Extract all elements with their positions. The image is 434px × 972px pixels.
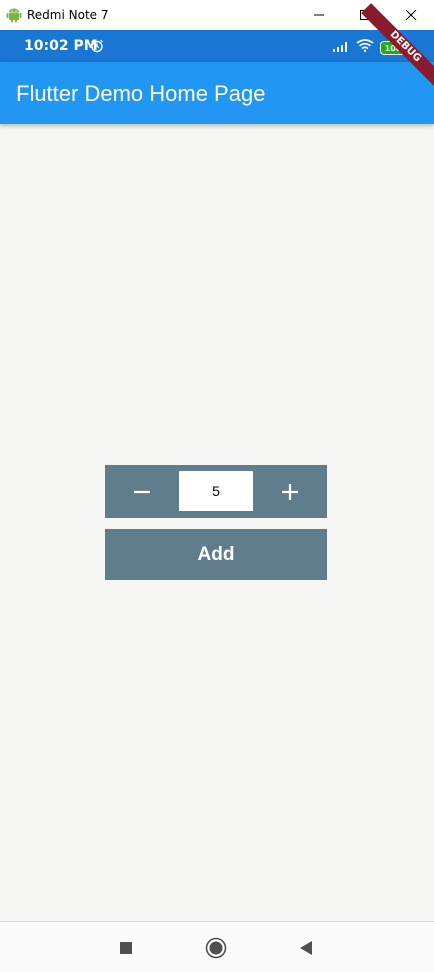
alarm-icon: [90, 39, 104, 58]
android-icon: [5, 6, 23, 24]
emulator-window: Redmi Note 7 10:02 PM 100 Flutter Demo H…: [0, 0, 434, 972]
app-bar: Flutter Demo Home Page: [0, 62, 434, 124]
plus-icon: [282, 483, 298, 500]
close-button[interactable]: [388, 0, 434, 30]
status-time: 10:02 PM: [24, 38, 98, 54]
navigation-bar: [0, 921, 434, 972]
page-body: 5 Add: [0, 124, 434, 921]
close-icon: [405, 9, 417, 21]
back-button[interactable]: [281, 922, 331, 972]
window-title: Redmi Note 7: [27, 8, 109, 22]
home-circle-icon: [205, 937, 227, 958]
page-title: Flutter Demo Home Page: [16, 81, 266, 106]
back-triangle-icon: [300, 940, 312, 955]
quantity-stepper: 5: [105, 465, 327, 518]
quantity-value[interactable]: 5: [179, 471, 253, 511]
decrement-button[interactable]: [119, 465, 165, 518]
status-bar: 10:02 PM 100: [0, 30, 434, 62]
recents-button[interactable]: [101, 922, 151, 972]
minimize-icon: [314, 14, 324, 16]
minimize-button[interactable]: [296, 0, 342, 30]
signal-icon: [332, 39, 350, 57]
add-button[interactable]: Add: [105, 529, 327, 580]
home-button[interactable]: [191, 922, 241, 972]
minus-icon: [134, 490, 150, 493]
wifi-icon: [356, 39, 374, 57]
increment-button[interactable]: [267, 465, 313, 518]
square-icon: [120, 941, 132, 954]
